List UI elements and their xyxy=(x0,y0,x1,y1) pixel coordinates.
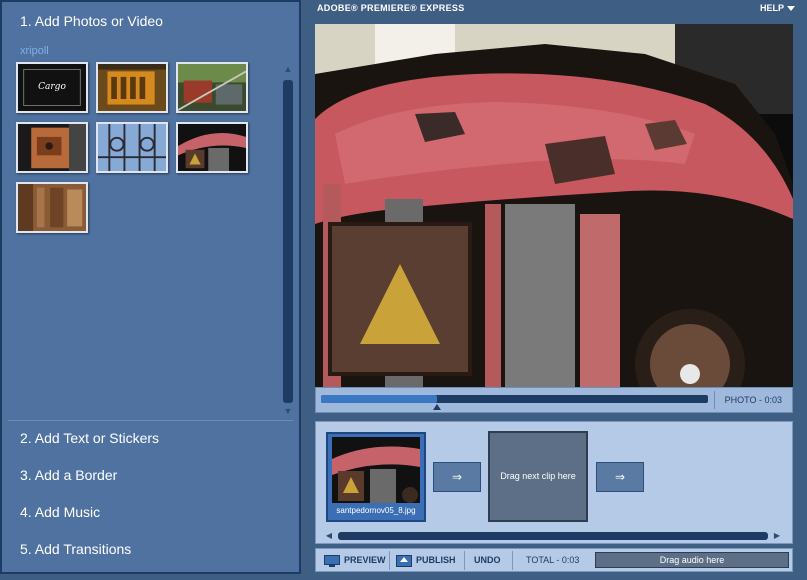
scrub-progress-fill xyxy=(321,395,438,403)
scrub-separator xyxy=(714,391,715,409)
thumbnail-cargo[interactable]: Cargo xyxy=(16,62,88,113)
preview-viewer[interactable] xyxy=(315,24,793,387)
left-panel: 1. Add Photos or Video xripoll Cargo ▲ ▼… xyxy=(0,0,301,574)
library-owner-link[interactable]: xripoll xyxy=(20,45,49,57)
thumbnail-scrollbar[interactable]: ▲ ▼ xyxy=(281,62,295,418)
double-arrow-right-icon: ⇒ xyxy=(614,470,626,484)
timeline-clip[interactable]: santpedornov05_8.jpg xyxy=(326,432,426,522)
red-tractor-photo xyxy=(315,24,793,387)
total-duration-label: TOTAL - 0:03 xyxy=(526,555,580,565)
scroll-left-arrow-icon[interactable]: ◀ xyxy=(324,531,334,541)
thumbnail-wooden-door[interactable] xyxy=(16,182,88,233)
thumbnail-cargo-text: Cargo xyxy=(38,82,66,92)
publish-button[interactable]: PUBLISH xyxy=(396,553,456,568)
help-label: HELP xyxy=(759,3,784,13)
clip-thumbnail xyxy=(332,437,420,503)
app-title: ADOBE® PREMIERE® EXPRESS xyxy=(317,3,465,13)
step-add-text-stickers[interactable]: 2. Add Text or Stickers xyxy=(20,430,159,446)
chevron-down-icon xyxy=(787,6,795,12)
drop-audio-zone[interactable]: Drag audio here xyxy=(595,552,789,568)
wooden-door-thumbnail xyxy=(18,184,86,231)
thumbnail-red-tractor[interactable] xyxy=(176,122,248,173)
toolbar-separator xyxy=(464,551,465,570)
thumbnail-scroll-track[interactable] xyxy=(283,80,293,403)
rusty-lock-thumbnail xyxy=(18,124,86,171)
toolbar-separator xyxy=(389,551,390,570)
drop-next-clip-zone[interactable]: Drag next clip here xyxy=(488,431,588,522)
thumbnail-machinery[interactable] xyxy=(176,62,248,113)
iron-gate-thumbnail xyxy=(98,124,166,171)
step-add-music[interactable]: 4. Add Music xyxy=(20,504,100,520)
thumbnail-rusty-lock[interactable] xyxy=(16,122,88,173)
panel-divider xyxy=(8,420,293,421)
bottom-toolbar: PREVIEW PUBLISH UNDO TOTAL - 0:03 Drag a… xyxy=(315,548,793,572)
playback-scrub-bar: PHOTO - 0:03 xyxy=(315,387,793,413)
publish-label: PUBLISH xyxy=(416,555,456,565)
clip-filename: santpedornov05_8.jpg xyxy=(336,506,416,515)
scroll-right-arrow-icon[interactable]: ▶ xyxy=(772,531,782,541)
preview-button[interactable]: PREVIEW xyxy=(324,553,386,568)
scrub-track[interactable] xyxy=(321,395,708,410)
upload-arrow-icon xyxy=(396,554,412,567)
step-add-photos-video[interactable]: 1. Add Photos or Video xyxy=(20,13,163,29)
timeline-panel: santpedornov05_8.jpg ⇒ Drag next clip he… xyxy=(315,421,793,544)
step-add-transitions[interactable]: 5. Add Transitions xyxy=(20,541,131,557)
red-tractor-thumbnail xyxy=(332,437,420,503)
timeline-scroll-track[interactable] xyxy=(338,532,768,540)
step-add-border[interactable]: 3. Add a Border xyxy=(20,467,117,483)
transition-slot-2[interactable]: ⇒ xyxy=(596,462,644,492)
red-tractor-thumbnail xyxy=(178,124,246,171)
thumbnail-iron-gate[interactable] xyxy=(96,122,168,173)
scroll-up-arrow-icon[interactable]: ▲ xyxy=(283,64,293,74)
scroll-down-arrow-icon[interactable]: ▼ xyxy=(283,406,293,416)
timeline-scrollbar[interactable]: ◀ ▶ xyxy=(324,531,782,541)
machinery-thumbnail xyxy=(178,64,246,111)
thumbnail-orange-tractor[interactable] xyxy=(96,62,168,113)
preview-label: PREVIEW xyxy=(344,555,386,565)
help-menu[interactable]: HELP xyxy=(760,3,795,13)
orange-tractor-grille-thumbnail xyxy=(98,64,166,111)
double-arrow-right-icon: ⇒ xyxy=(451,470,463,484)
toolbar-separator xyxy=(512,551,513,570)
transition-slot-1[interactable]: ⇒ xyxy=(433,462,481,492)
undo-button[interactable]: UNDO xyxy=(474,553,501,568)
monitor-icon xyxy=(324,554,340,567)
media-duration-label: PHOTO - 0:03 xyxy=(724,395,782,405)
scrub-handle-icon[interactable] xyxy=(433,404,442,410)
